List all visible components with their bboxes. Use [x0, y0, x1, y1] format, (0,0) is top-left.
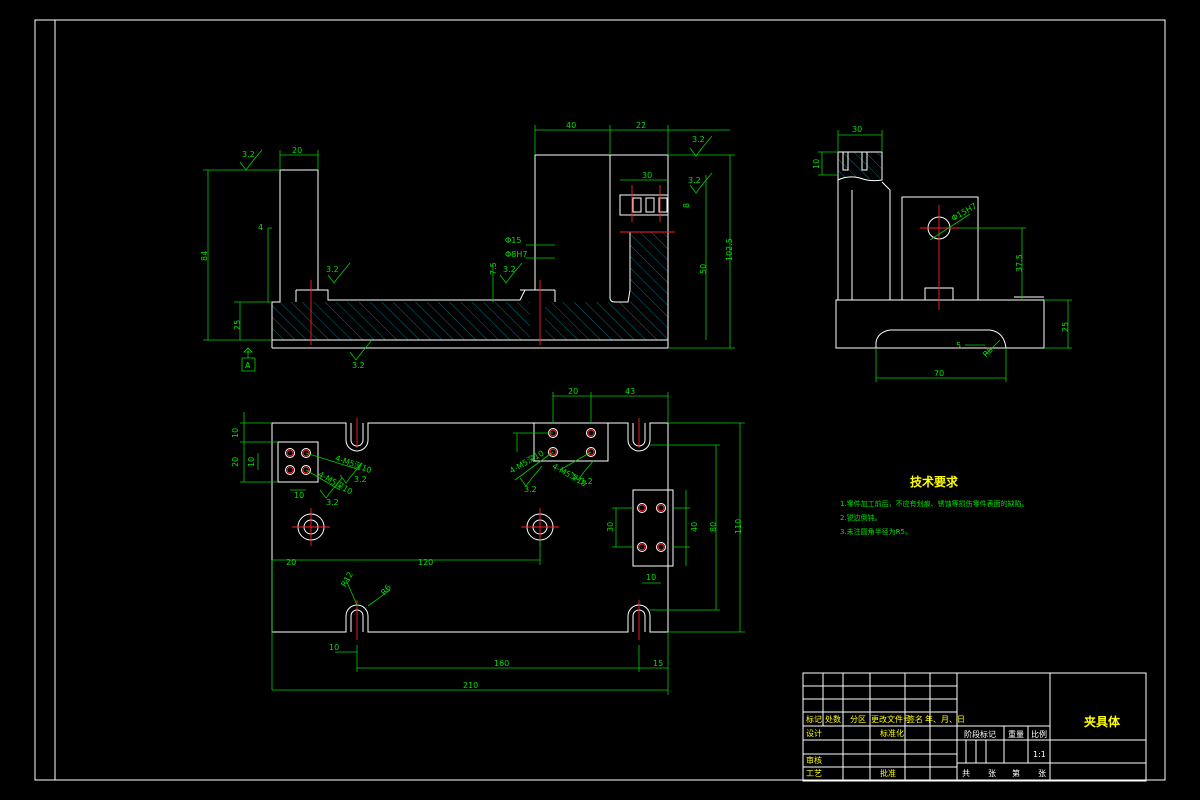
top-dim-20a: 20	[231, 457, 240, 467]
dim-7-5: 7.5	[489, 262, 498, 275]
tb-label-change-doc: 更改文件号	[871, 714, 911, 724]
side-view: 30 10 70 25 37.5 5 R8 Φ15H7	[812, 125, 1072, 382]
tb-stage-mark: 阶段标记	[964, 729, 996, 739]
side-dim-70: 70	[934, 369, 944, 378]
side-dim-30: 30	[852, 125, 862, 134]
top-dim-30: 30	[606, 522, 615, 532]
top-rough-2: 3.2	[326, 498, 339, 507]
side-dim-37-5: 37.5	[1015, 254, 1024, 272]
tb-sheets-total: 共	[962, 769, 970, 778]
top-dim-40: 40	[690, 522, 699, 532]
roughness-1: 3.2	[242, 150, 255, 159]
tb-scale: 1:1	[1033, 750, 1046, 759]
tb-process: 工艺	[806, 769, 822, 778]
datum-label: A	[245, 361, 251, 370]
requirement-1: 1.零件加工前后，不应有划痕、锈蚀等损伤零件表面的缺陷。	[840, 499, 1029, 508]
roughness-5: 3.2	[326, 265, 339, 274]
tb-label-date: 年、月、日	[925, 714, 965, 724]
dim-84: 84	[200, 251, 209, 261]
dim-22: 22	[636, 121, 646, 130]
roughness-3: 3.2	[692, 135, 705, 144]
dim-30: 30	[642, 171, 652, 180]
top-dim-43: 43	[625, 387, 635, 396]
tb-label-sign: 签名	[907, 714, 923, 724]
side-dim-phi15h7: Φ15H7	[950, 201, 978, 223]
tb-designer: 设计	[806, 728, 822, 738]
dim-25: 25	[233, 320, 242, 330]
tb-checker: 审核	[806, 755, 822, 765]
part-name: 夹具体	[1084, 714, 1121, 729]
tb-weight: 重量	[1008, 729, 1024, 739]
dim-phi15: Φ15	[505, 236, 521, 245]
top-dim-160: 160	[494, 659, 509, 668]
top-dim-15: 15	[653, 659, 663, 668]
top-dim-r6: R6	[379, 583, 393, 597]
requirements-title: 技术要求	[910, 474, 959, 489]
dim-phi8h7: Φ8H7	[505, 250, 528, 259]
top-dim-10e: 10	[646, 573, 656, 582]
dim-40: 40	[566, 121, 576, 130]
top-dim-10a: 10	[231, 428, 240, 438]
dim-50: 50	[699, 264, 708, 274]
tb-label-mark: 标记	[806, 714, 822, 724]
top-rough-1: 3.2	[354, 475, 367, 484]
tb-approve: 批准	[880, 768, 896, 778]
dim-102-5: 102.5	[725, 238, 734, 261]
front-view-hatch	[272, 232, 668, 340]
top-dim-110: 110	[734, 519, 743, 534]
front-view: A 20 84 25 40 22 50 102.5 30 7.5 8 4 Φ15…	[200, 121, 735, 372]
roughness-4: 3.2	[688, 176, 701, 185]
side-view-hatch	[838, 152, 882, 180]
requirement-2: 2.锐边倒钝。	[840, 513, 882, 522]
tb-ratio: 比例	[1031, 729, 1047, 739]
top-dim-20c: 20	[286, 558, 296, 567]
side-dim-5: 5	[956, 341, 961, 350]
top-dim-80: 80	[709, 522, 718, 532]
roughness-6: 3.2	[503, 265, 516, 274]
title-block: 夹具体 标记 处数 分区 更改文件号 签名 年、月、日 设计 标准化 审核 工艺…	[802, 672, 1147, 782]
engineering-drawing-canvas: A 20 84 25 40 22 50 102.5 30 7.5 8 4 Φ15…	[34, 19, 1166, 782]
top-dim-20b: 20	[568, 387, 578, 396]
dim-20: 20	[292, 146, 302, 155]
tb-sheet-word2: 张	[1038, 769, 1046, 778]
top-rough-3: 3.2	[524, 485, 537, 494]
tb-label-zone: 分区	[850, 715, 866, 724]
top-dim-10d: 10	[329, 643, 339, 652]
outer-sheet-border	[34, 19, 1166, 781]
tb-sheet-no: 第	[1012, 768, 1020, 778]
top-note-1: 4-M5深10	[334, 454, 373, 476]
side-dim-25: 25	[1061, 322, 1070, 332]
top-dim-120: 120	[418, 558, 433, 567]
dim-4: 4	[258, 223, 263, 232]
top-dim-r12: R12	[339, 570, 355, 588]
top-dim-10c: 10	[294, 491, 304, 500]
top-dim-210: 210	[463, 681, 478, 690]
top-dim-10b: 10	[247, 457, 256, 467]
tb-sheet-word: 张	[988, 769, 996, 778]
tb-standard: 标准化	[880, 728, 904, 738]
top-view: 10 20 10 10 20 120 10 160 15 210 20 43 1…	[231, 387, 745, 695]
side-dim-10: 10	[812, 159, 821, 169]
tb-label-count: 处数	[825, 714, 841, 724]
dim-8: 8	[682, 203, 691, 208]
roughness-2: 3.2	[352, 361, 365, 370]
technical-requirements: 技术要求 1.零件加工前后，不应有划痕、锈蚀等损伤零件表面的缺陷。 2.锐边倒钝…	[840, 474, 1029, 536]
top-rough-4: 3.2	[580, 477, 593, 486]
requirement-3: 3.未注圆角半径为R5。	[840, 527, 912, 536]
